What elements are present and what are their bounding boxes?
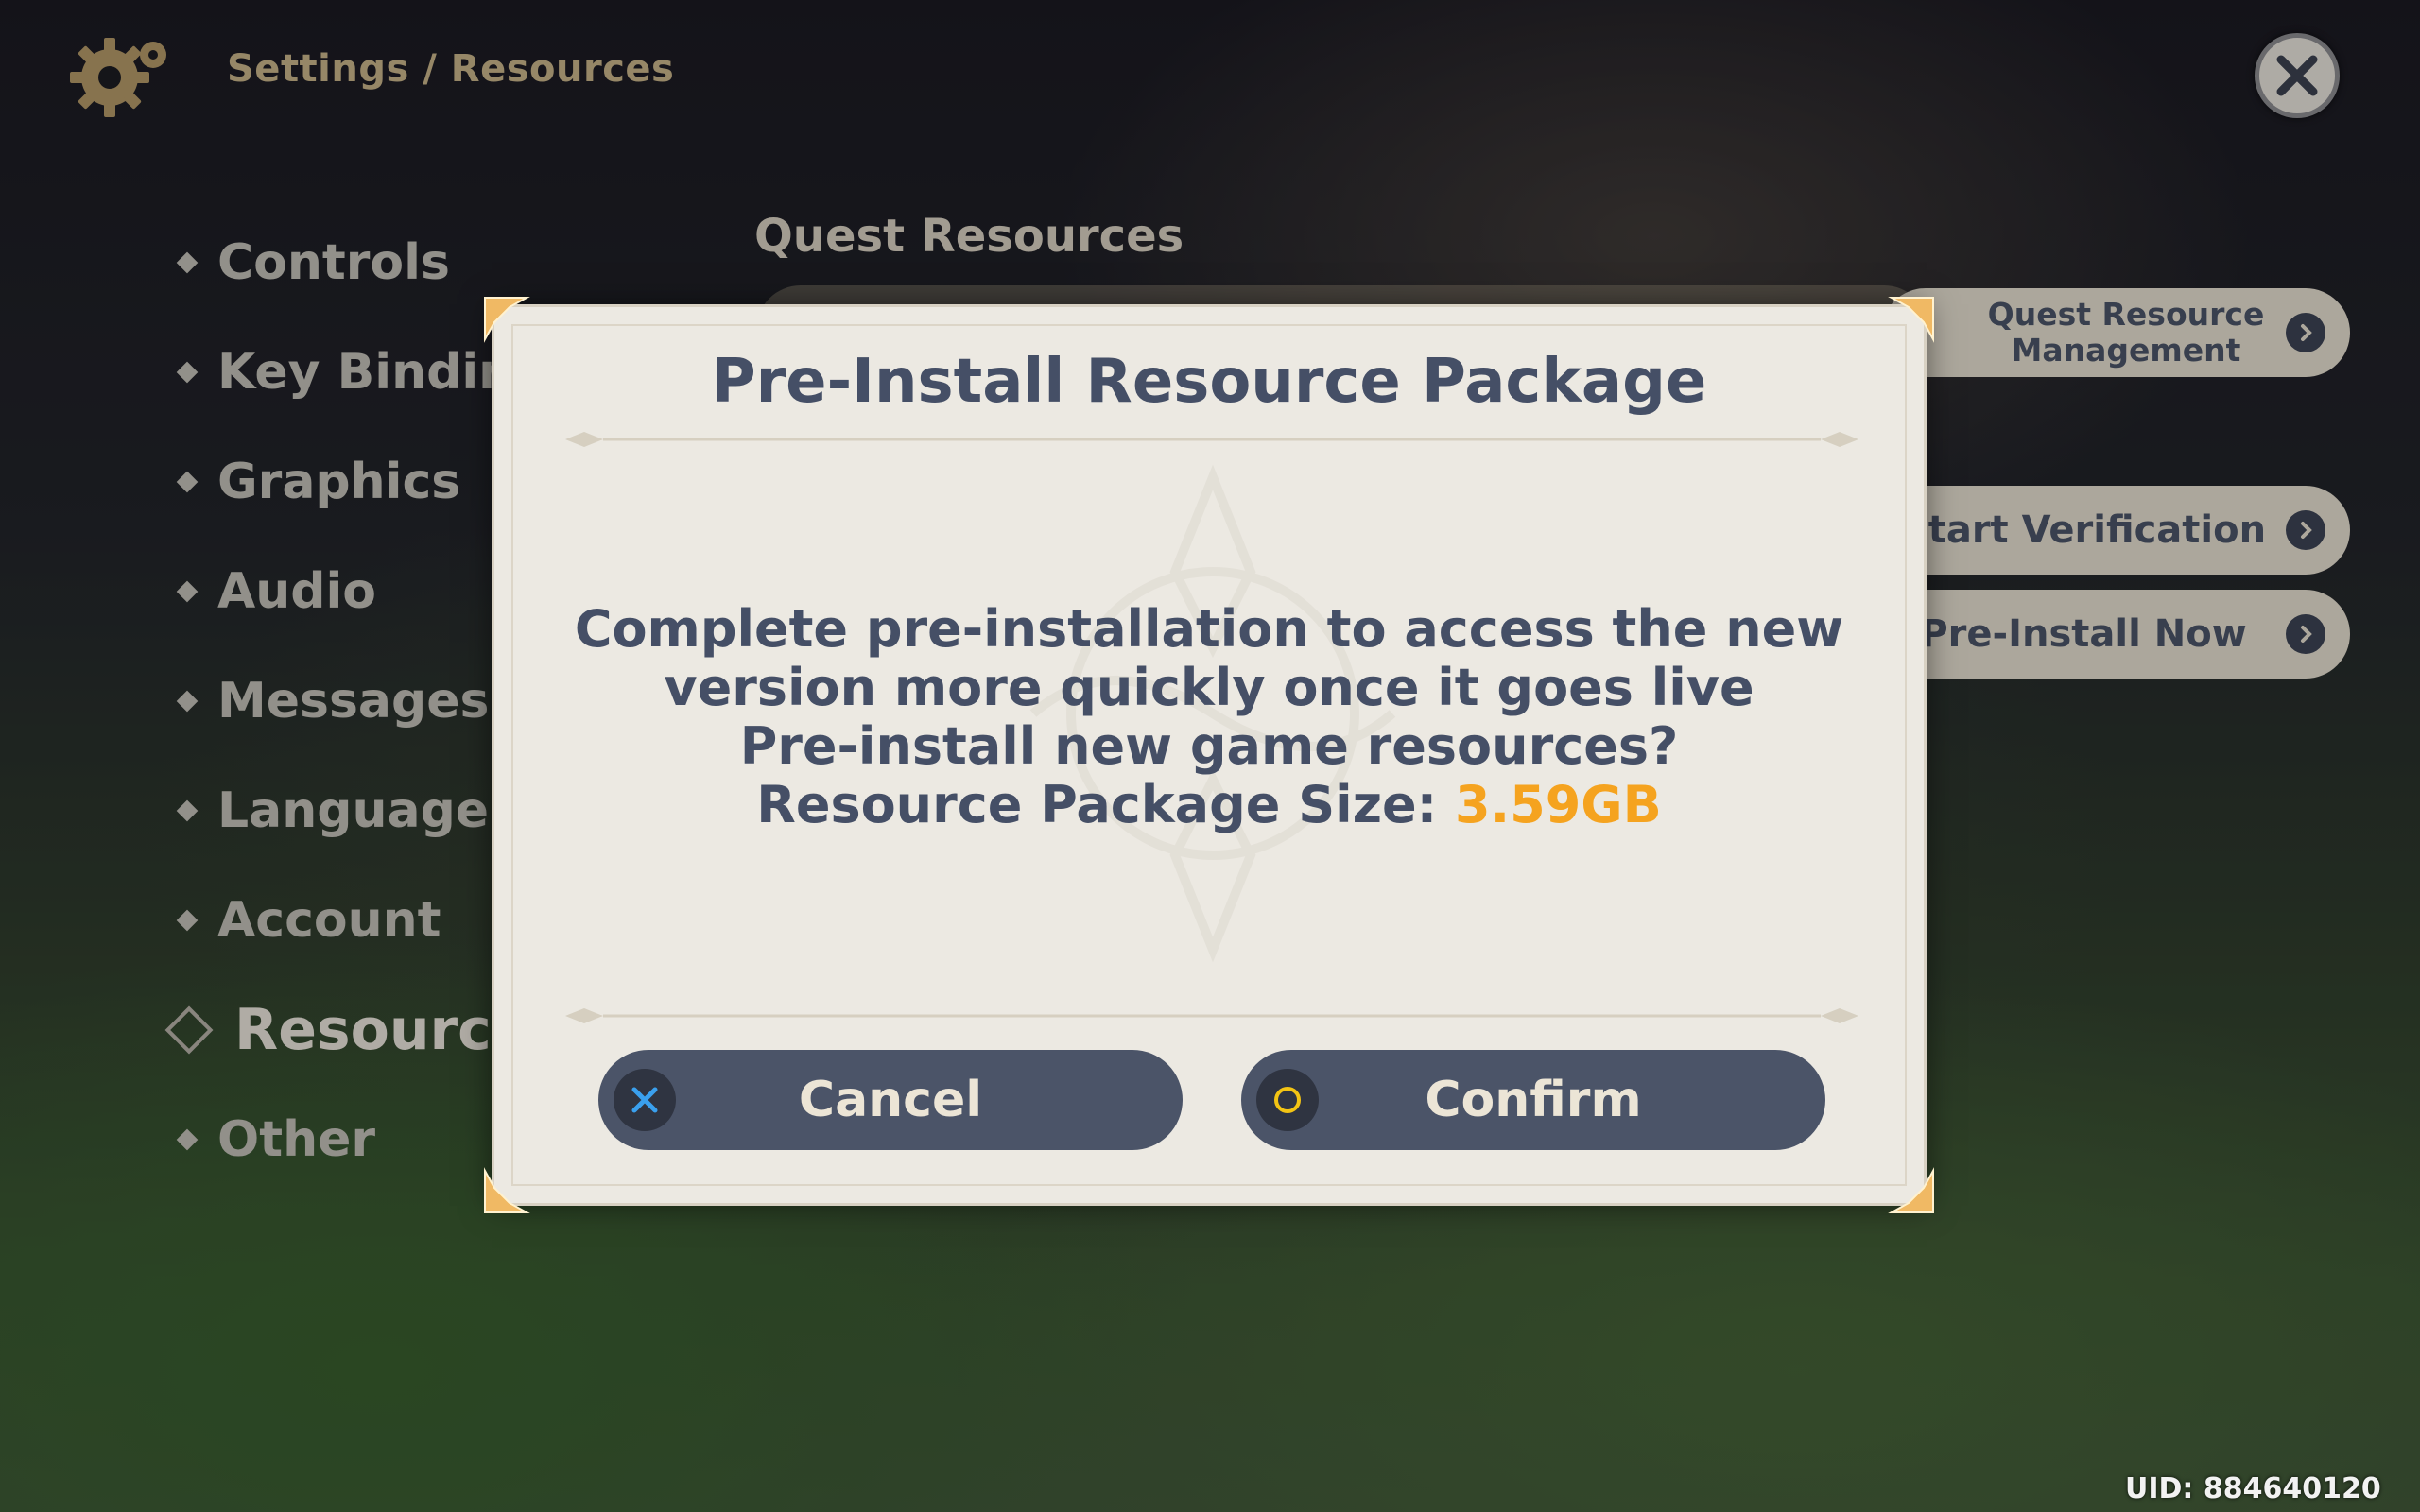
corner-ornament-icon [1888, 1167, 1934, 1213]
ornamental-divider [565, 432, 1858, 447]
message-line: version more quickly once it goes live [664, 658, 1754, 717]
corner-ornament-icon [1888, 297, 1934, 343]
package-size-value: 3.59GB [1455, 775, 1662, 834]
message-line: Pre-install new game resources? [739, 716, 1679, 776]
cross-button-icon [614, 1069, 676, 1131]
confirm-label: Confirm [1425, 1072, 1642, 1128]
cancel-label: Cancel [798, 1072, 983, 1128]
package-size-line: Resource Package Size: 3.59GB [494, 776, 1924, 834]
dialog-title: Pre-Install Resource Package [711, 347, 1707, 417]
message-line: Complete pre-installation to access the … [574, 599, 1844, 659]
ornamental-divider [565, 1008, 1858, 1023]
dialog-message: Complete pre-installation to access the … [494, 600, 1924, 834]
circle-button-icon [1256, 1069, 1319, 1131]
corner-ornament-icon [484, 297, 530, 343]
confirm-button[interactable]: Confirm [1241, 1050, 1825, 1150]
corner-ornament-icon [484, 1167, 530, 1213]
package-size-label: Resource Package Size: [756, 775, 1456, 834]
pre-install-dialog: Pre-Install Resource Package Complete pr… [484, 297, 1934, 1213]
cancel-button[interactable]: Cancel [598, 1050, 1183, 1150]
user-id: UID: 884640120 [2125, 1472, 2381, 1505]
